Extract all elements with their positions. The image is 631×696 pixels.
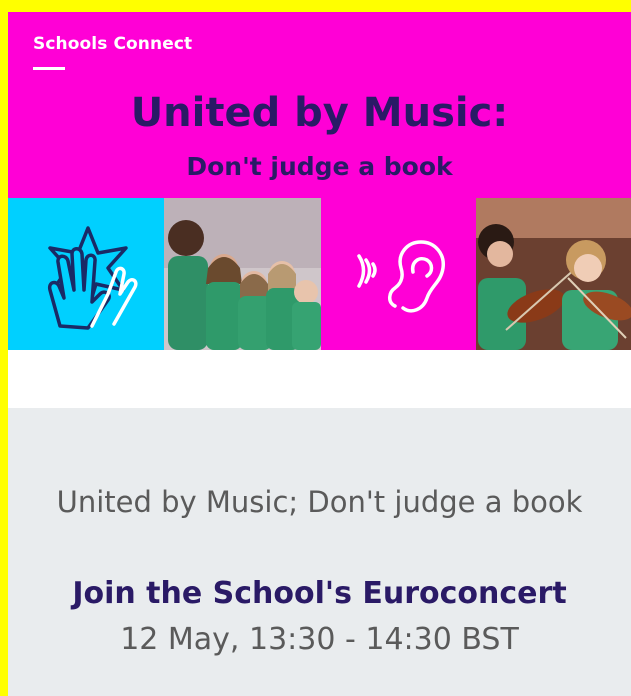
image-strip — [8, 198, 631, 350]
brand-label: Schools Connect — [33, 34, 193, 54]
ear-sound-icon — [357, 240, 445, 313]
event-title: United by Music; Don't judge a book — [56, 485, 583, 519]
event-card: United by Music; Don't judge a book Join… — [8, 408, 631, 696]
choir-photo — [164, 198, 321, 350]
violin-photo — [476, 198, 631, 350]
ear-tile — [321, 198, 476, 350]
banner-title: United by Music: — [130, 90, 509, 136]
promo-banner[interactable]: Schools Connect United by Music: Don't j… — [8, 12, 631, 350]
event-time: 12 May, 13:30 - 14:30 BST — [120, 622, 519, 657]
choir-image — [164, 198, 321, 350]
banner-subtitle: Don't judge a book — [186, 152, 453, 181]
hands-tile — [8, 198, 164, 350]
high-five-star-icon — [47, 226, 138, 330]
join-concert-link[interactable]: Join the School's Euroconcert — [8, 576, 631, 611]
violin-image — [476, 198, 631, 350]
page-frame: Schools Connect United by Music: Don't j… — [8, 12, 631, 696]
brand-underline — [33, 67, 65, 70]
